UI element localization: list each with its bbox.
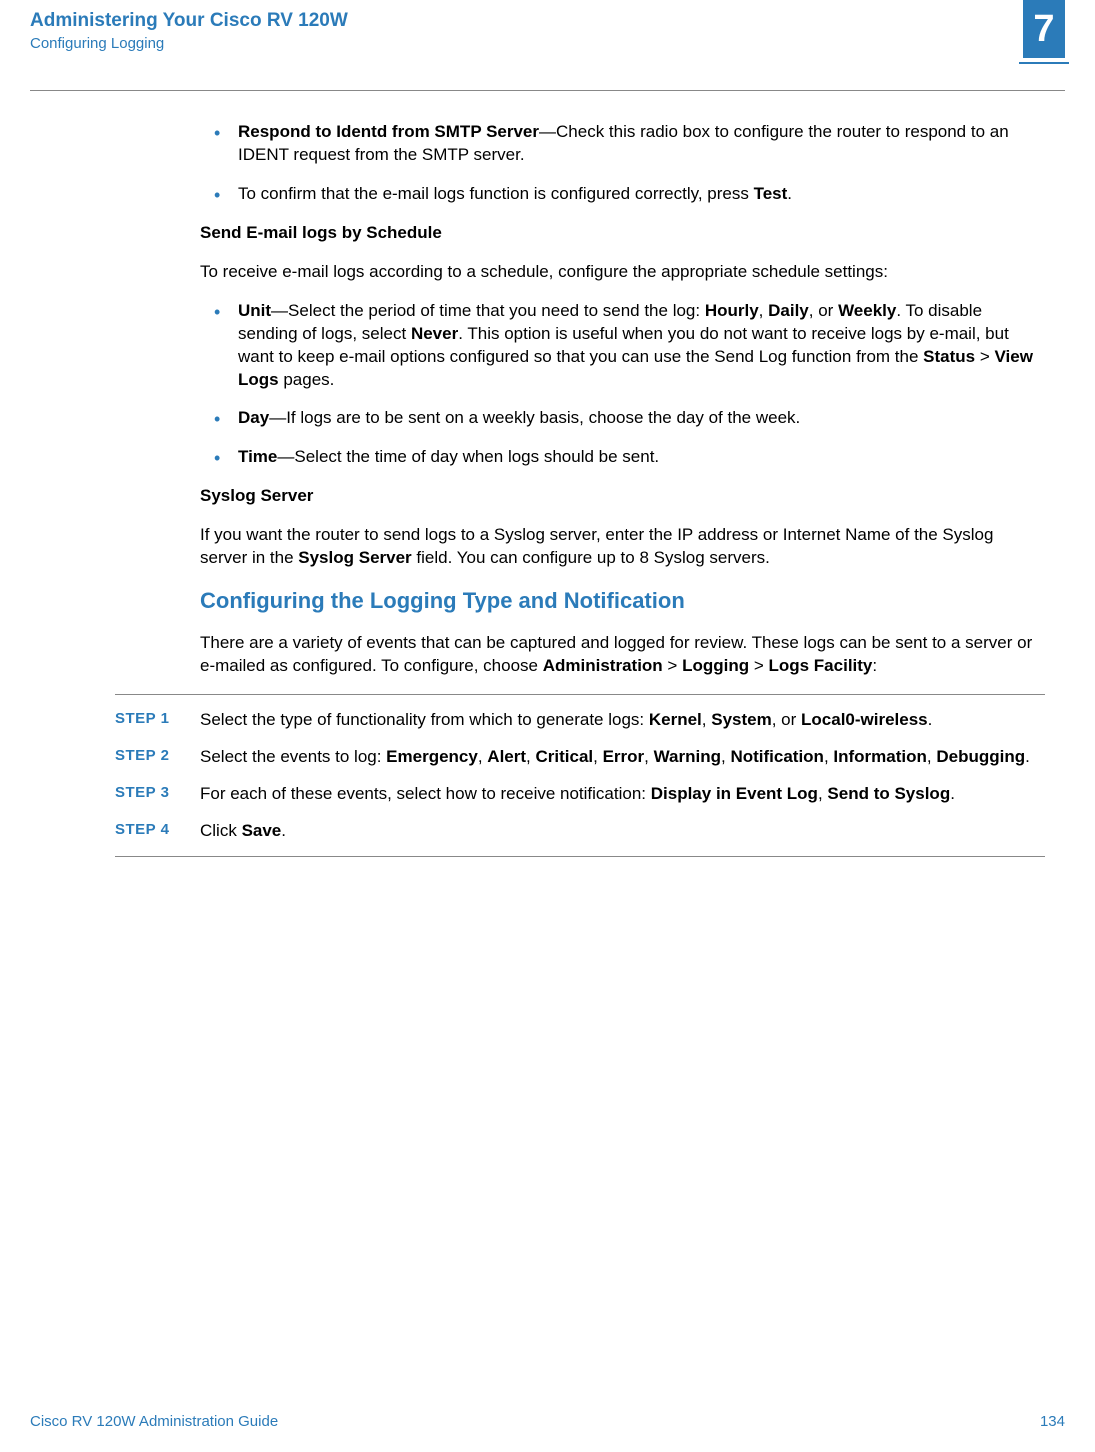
text: . <box>1025 747 1030 766</box>
bullet-text: > <box>975 347 994 366</box>
step-label: STEP 1 <box>115 709 169 729</box>
text: Select the type of functionality from wh… <box>200 710 649 729</box>
step-row: STEP 2 Select the events to log: Emergen… <box>200 746 1045 769</box>
bold: Warning <box>654 747 721 766</box>
bullet-text: , <box>759 301 768 320</box>
bullet-lead: Unit <box>238 301 271 320</box>
paragraph-text: : <box>872 656 877 675</box>
step-text: Select the events to log: Emergency, Ale… <box>200 746 1045 769</box>
text: . <box>281 821 286 840</box>
paragraph-bold: Administration <box>543 656 663 675</box>
bold: Kernel <box>649 710 702 729</box>
list-item: To confirm that the e-mail logs function… <box>200 183 1045 206</box>
text: , <box>702 710 711 729</box>
bullet-lead: Respond to Identd from SMTP Server <box>238 122 539 141</box>
step-row: STEP 4 Click Save. <box>200 820 1045 843</box>
bold: Local0-wireless <box>801 710 928 729</box>
bold: Emergency <box>386 747 478 766</box>
bullet-bold: Test <box>754 184 788 203</box>
schedule-intro: To receive e-mail logs according to a sc… <box>200 261 1045 284</box>
bold: Display in Event Log <box>651 784 818 803</box>
text: . <box>928 710 933 729</box>
list-item: Time—Select the time of day when logs sh… <box>200 446 1045 469</box>
text: , <box>818 784 827 803</box>
bullet-text: —Select the period of time that you need… <box>271 301 705 320</box>
step-label: STEP 4 <box>115 820 169 840</box>
list-item: Respond to Identd from SMTP Server—Check… <box>200 121 1045 167</box>
syslog-heading: Syslog Server <box>200 485 1045 508</box>
bullet-text: —If logs are to be sent on a weekly basi… <box>269 408 800 427</box>
bullet-text: To confirm that the e-mail logs function… <box>238 184 754 203</box>
step-rule-top <box>115 694 1045 695</box>
syslog-paragraph: If you want the router to send logs to a… <box>200 524 1045 570</box>
text: , <box>644 747 653 766</box>
list-item: Day—If logs are to be sent on a weekly b… <box>200 407 1045 430</box>
step-row: STEP 3 For each of these events, select … <box>200 783 1045 806</box>
bullet-bold: Weekly <box>838 301 896 320</box>
top-bullet-list: Respond to Identd from SMTP Server—Check… <box>200 121 1045 206</box>
text: , <box>927 747 936 766</box>
list-item: Unit—Select the period of time that you … <box>200 300 1045 392</box>
page-header: Administering Your Cisco RV 120W Configu… <box>0 0 1095 90</box>
footer-page-number: 134 <box>1040 1413 1065 1430</box>
text: Click <box>200 821 242 840</box>
bold: Information <box>833 747 927 766</box>
footer-left: Cisco RV 120W Administration Guide <box>30 1413 278 1430</box>
text: For each of these events, select how to … <box>200 784 651 803</box>
step-list: STEP 1 Select the type of functionality … <box>200 694 1045 858</box>
step-text: Select the type of functionality from wh… <box>200 709 1045 732</box>
text: , <box>593 747 602 766</box>
bullet-bold: Daily <box>768 301 809 320</box>
section-intro: There are a variety of events that can b… <box>200 632 1045 678</box>
bold: Critical <box>535 747 593 766</box>
paragraph-bold: Syslog Server <box>298 548 411 567</box>
page-footer: Cisco RV 120W Administration Guide 134 <box>30 1413 1065 1430</box>
schedule-heading: Send E-mail logs by Schedule <box>200 222 1045 245</box>
text: , <box>824 747 833 766</box>
text: , <box>478 747 487 766</box>
schedule-bullet-list: Unit—Select the period of time that you … <box>200 300 1045 470</box>
text: . <box>950 784 955 803</box>
bullet-text: . <box>787 184 792 203</box>
bullet-bold: Hourly <box>705 301 759 320</box>
bullet-bold: Never <box>411 324 458 343</box>
step-rule-bottom <box>115 856 1045 857</box>
step-text: For each of these events, select how to … <box>200 783 1045 806</box>
bullet-bold: Status <box>923 347 975 366</box>
text: Select the events to log: <box>200 747 386 766</box>
paragraph-text: > <box>663 656 682 675</box>
step-text: Click Save. <box>200 820 1045 843</box>
bullet-lead: Day <box>238 408 269 427</box>
bold: Notification <box>730 747 824 766</box>
bullet-text: , or <box>809 301 838 320</box>
section-heading: Configuring the Logging Type and Notific… <box>200 586 1045 616</box>
paragraph-text: > <box>749 656 768 675</box>
bullet-text: pages. <box>279 370 335 389</box>
header-subtitle: Configuring Logging <box>30 35 1065 52</box>
bold: Send to Syslog <box>827 784 950 803</box>
bold: System <box>711 710 771 729</box>
header-title: Administering Your Cisco RV 120W <box>30 10 1065 33</box>
paragraph-text: field. You can configure up to 8 Syslog … <box>412 548 770 567</box>
bold: Debugging <box>936 747 1025 766</box>
step-label: STEP 3 <box>115 783 169 803</box>
paragraph-bold: Logging <box>682 656 749 675</box>
text: , or <box>772 710 801 729</box>
bullet-lead: Time <box>238 447 277 466</box>
page-content: Respond to Identd from SMTP Server—Check… <box>0 91 1095 857</box>
bold: Alert <box>487 747 526 766</box>
bullet-text: —Select the time of day when logs should… <box>277 447 659 466</box>
bold: Error <box>603 747 645 766</box>
paragraph-bold: Logs Facility <box>768 656 872 675</box>
bold: Save <box>242 821 282 840</box>
chapter-number-badge: 7 <box>1023 0 1065 58</box>
step-label: STEP 2 <box>115 746 169 766</box>
chapter-tick-mark <box>1019 62 1069 64</box>
step-row: STEP 1 Select the type of functionality … <box>200 709 1045 732</box>
